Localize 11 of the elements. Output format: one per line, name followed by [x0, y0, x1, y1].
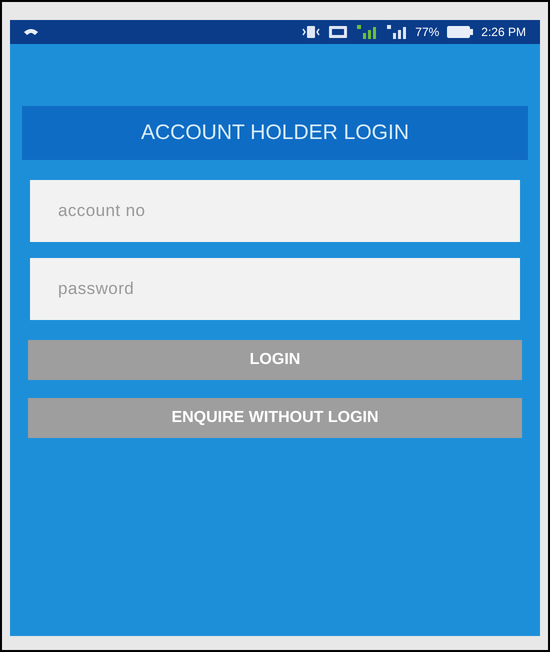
vibrate-icon [301, 25, 322, 39]
input-field[interactable]: account no [30, 180, 520, 242]
input-field[interactable]: password [30, 258, 520, 320]
signal-icon [355, 25, 378, 39]
battery-percentage: 77% [415, 24, 440, 41]
phone-icon [24, 29, 38, 35]
status-time: 2:26 PM [481, 24, 526, 41]
header-title: ACCOUNT HOLDER LOGIN [141, 120, 409, 146]
signal-icon [385, 25, 408, 39]
network-icon [329, 26, 348, 38]
battery-icon [447, 26, 474, 38]
